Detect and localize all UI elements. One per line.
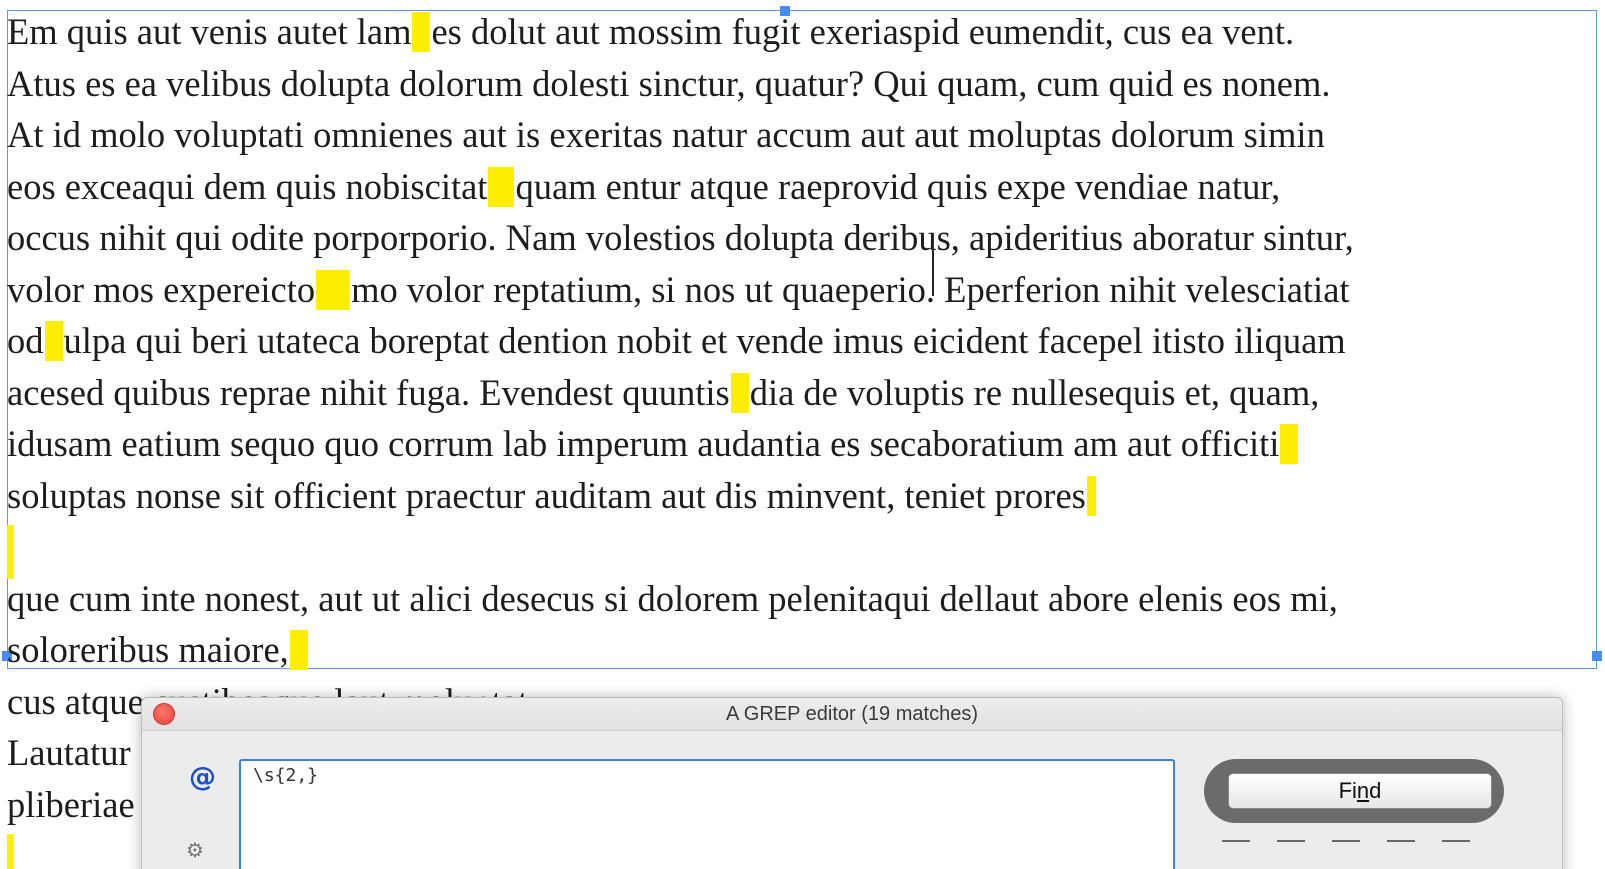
text-segment: idusam eatium sequo quo corrum lab imper…	[7, 423, 1280, 464]
whitespace-match-highlight	[730, 372, 749, 413]
text-line: Atus es ea velibus dolupta dolorum doles…	[7, 58, 1605, 110]
text-line: que cum inte nonest, aut ut alici desecu…	[7, 573, 1605, 625]
text-segment: mo volor reptatium, si nos ut quaeperio.…	[351, 268, 1350, 310]
text-line: idusam eatium sequo quo corrum lab imper…	[7, 418, 1605, 470]
text-segment: soloreribus maiore,	[7, 629, 289, 670]
grep-editor-panel[interactable]: A GREP editor (19 matches) @ ⚙ Find	[141, 697, 1563, 869]
text-line: soluptas nonse sit officient praectur au…	[7, 470, 1605, 522]
whitespace-match-highlight	[412, 12, 431, 52]
text-line: eos exceaqui dem quis nobiscitat quam ent…	[7, 161, 1605, 213]
toolbar-icon-1[interactable]	[1222, 840, 1250, 852]
text-line: acesed quibus reprae nihit fuga. Evendes…	[7, 367, 1605, 419]
text-segment: es dolut aut mossim fugit exeriaspid eum…	[431, 11, 1295, 52]
whitespace-match-highlight	[7, 525, 14, 579]
find-label-post: d	[1369, 778, 1382, 803]
text-line: At id molo voluptati omnienes aut is exe…	[7, 109, 1605, 161]
text-segment: eos exceaqui dem quis nobiscitat	[7, 165, 488, 207]
gear-icon[interactable]: ⚙	[186, 838, 204, 862]
text-segment: At id molo voluptati omnienes aut is exe…	[7, 114, 1325, 155]
text-line: od ulpa qui beri utateca boreptat dention…	[7, 315, 1605, 367]
text-segment: soluptas nonse sit officient praectur au…	[7, 474, 1086, 516]
text-insertion-cursor	[932, 248, 934, 296]
whitespace-match-highlight	[44, 321, 63, 361]
text-segment: acesed quibus reprae nihit fuga. Evendes…	[7, 371, 730, 413]
find-label-pre: Fi	[1338, 778, 1357, 803]
grep-query-input[interactable]	[239, 759, 1175, 869]
toolbar-icon-2[interactable]	[1277, 840, 1305, 852]
whitespace-match-highlight	[1280, 424, 1299, 464]
text-line: soloreribus maiore,	[7, 624, 1605, 676]
toolbar-icon-5[interactable]	[1442, 840, 1470, 852]
text-line: Em quis aut venis autet lam es dolut aut …	[7, 6, 1605, 58]
empty-line	[7, 521, 1605, 579]
at-sign-icon[interactable]: @	[189, 762, 216, 793]
whitespace-match-highlight	[1086, 475, 1096, 516]
text-segment: ulpa qui beri utateca boreptat dention n…	[63, 320, 1346, 361]
find-button-focus-ring: Find	[1204, 759, 1504, 823]
text-segment: que cum inte nonest, aut ut alici desecu…	[7, 577, 1338, 619]
text-segment: occus nihit qui odite porporporio. Nam v…	[7, 217, 1354, 258]
text-segment: dia de voluptis re nullesequis et, quam,	[749, 371, 1320, 413]
text-segment: volor mos expereicto	[7, 268, 316, 310]
text-segment: pliberiae	[7, 783, 135, 825]
whitespace-match-highlight	[7, 834, 14, 869]
panel-title: A GREP editor (19 matches)	[726, 703, 978, 725]
text-segment: Atus es ea velibus dolupta dolorum doles…	[7, 62, 1331, 104]
whitespace-match-highlight	[316, 269, 351, 310]
whitespace-match-highlight	[289, 630, 308, 670]
panel-titlebar[interactable]: A GREP editor (19 matches)	[142, 698, 1562, 731]
whitespace-match-highlight	[488, 166, 515, 207]
toolbar-icon-4[interactable]	[1387, 840, 1415, 852]
text-segment: Em quis aut venis autet lam	[7, 11, 412, 52]
find-button[interactable]: Find	[1228, 773, 1492, 809]
text-segment: quam entur atque raeprovid quis expe ven…	[515, 165, 1281, 207]
text-line: occus nihit qui odite porporporio. Nam v…	[7, 212, 1605, 264]
toolbar-icon-3[interactable]	[1332, 840, 1360, 852]
find-label-mnemonic: n	[1356, 778, 1370, 803]
text-segment: od	[7, 320, 44, 361]
text-segment: Lautatur	[7, 732, 131, 773]
text-line: volor mos expereicto mo volor reptatium, …	[7, 264, 1605, 316]
